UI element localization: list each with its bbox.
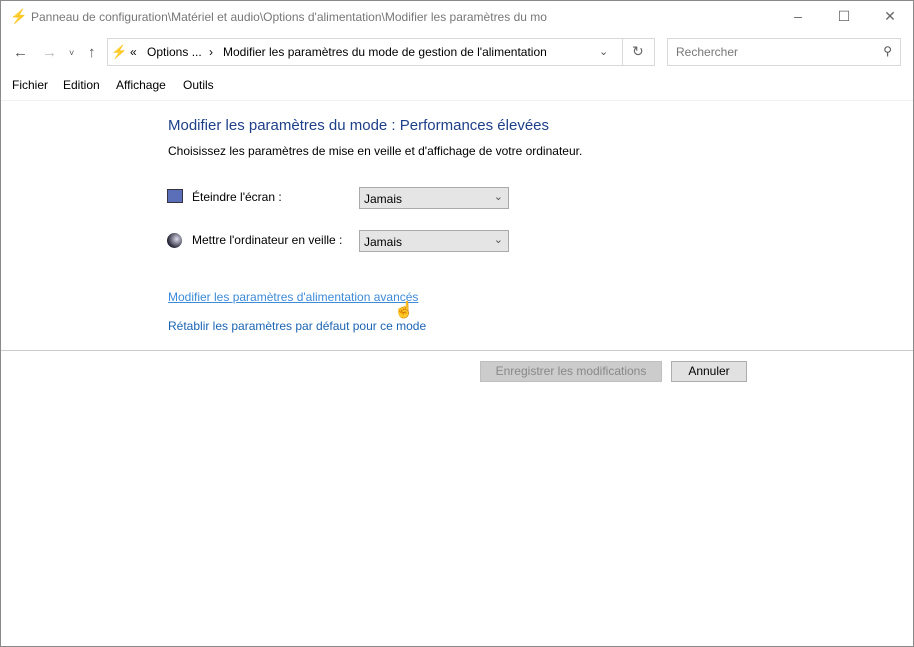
up-button[interactable]: ↑ <box>88 44 96 61</box>
sleep-value: Jamais <box>364 235 403 249</box>
breadcrumb-options[interactable]: Options ... <box>147 45 202 59</box>
power-options-icon: ⚡ <box>111 44 128 59</box>
menu-outils[interactable]: Outils <box>183 78 214 92</box>
divider <box>1 100 913 101</box>
back-button[interactable]: ← <box>13 44 28 61</box>
search-input[interactable]: Rechercher ⚲ <box>667 38 901 66</box>
close-button[interactable]: ✕ <box>875 5 905 27</box>
breadcrumb-current[interactable]: Modifier les paramètres du mode de gesti… <box>223 45 547 59</box>
sleep-select[interactable]: Jamais ⌄ <box>359 230 509 252</box>
address-dropdown-icon[interactable]: ⌄ <box>599 45 608 58</box>
minimize-button[interactable]: – <box>783 5 813 27</box>
chevron-down-icon: ⌄ <box>493 234 503 246</box>
maximize-button[interactable]: ☐ <box>829 5 859 27</box>
window-title: Panneau de configuration\Matériel et aud… <box>31 10 547 24</box>
address-bar[interactable]: ⚡ « Options ... › Modifier les paramètre… <box>107 38 655 66</box>
advanced-settings-link[interactable]: Modifier les paramètres d'alimentation a… <box>168 290 418 304</box>
search-icon[interactable]: ⚲ <box>883 44 892 58</box>
chevron-down-icon: ⌄ <box>493 191 503 203</box>
menu-fichier[interactable]: Fichier <box>12 78 48 92</box>
breadcrumb-separator[interactable]: › <box>209 45 213 59</box>
display-off-select[interactable]: Jamais ⌄ <box>359 187 509 209</box>
breadcrumb-overflow[interactable]: « <box>130 45 137 59</box>
page-subtitle: Choisissez les paramètres de mise en vei… <box>168 144 583 158</box>
save-button[interactable]: Enregistrer les modifications <box>480 361 662 382</box>
forward-button[interactable]: → <box>42 44 57 61</box>
menu-edition[interactable]: Edition <box>63 78 100 92</box>
page-title: Modifier les paramètres du mode : Perfor… <box>168 117 550 134</box>
sleep-label: Mettre l'ordinateur en veille : <box>192 233 343 247</box>
hand-cursor-icon: ☝ <box>394 302 414 319</box>
refresh-icon[interactable]: ↻ <box>632 43 644 60</box>
window: ⚡ Panneau de configuration\Matériel et a… <box>0 0 914 647</box>
restore-defaults-link[interactable]: Rétablir les paramètres par défaut pour … <box>168 319 426 333</box>
recent-dropdown[interactable]: ˅ <box>69 48 74 58</box>
display-label: Éteindre l'écran : <box>192 190 282 204</box>
display-off-value: Jamais <box>364 192 403 206</box>
menu-affichage[interactable]: Affichage <box>116 78 166 92</box>
cancel-button[interactable]: Annuler <box>671 361 747 382</box>
search-placeholder: Rechercher <box>676 45 739 59</box>
divider <box>1 350 913 351</box>
power-options-icon: ⚡ <box>10 8 28 24</box>
sleep-moon-icon <box>167 233 182 248</box>
display-clock-icon <box>167 189 183 203</box>
divider <box>622 39 623 65</box>
